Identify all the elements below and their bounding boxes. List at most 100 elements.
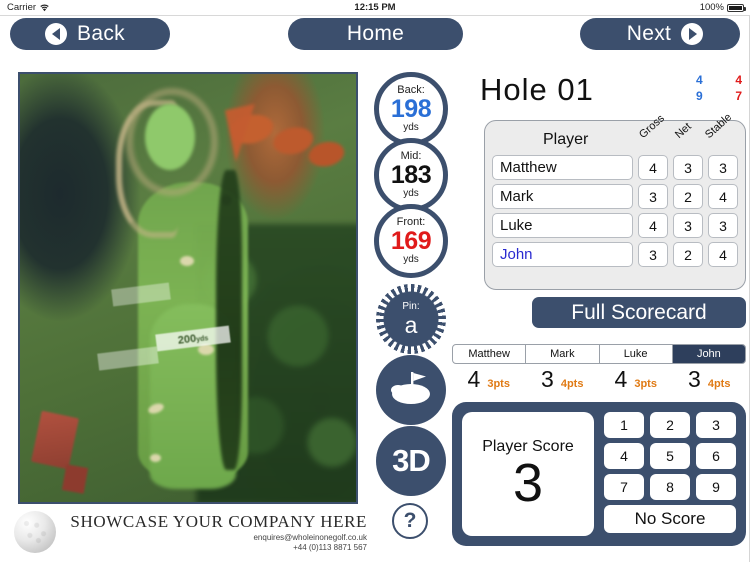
player-summary-matthew: 4 3pts [452, 366, 526, 396]
hole-blue-stroke-index: 9 [696, 89, 703, 103]
hole-red-par: 4 [735, 73, 742, 87]
summary-gross: 3 [688, 366, 701, 392]
full-scorecard-button[interactable]: Full Scorecard [532, 297, 746, 328]
map-treeline [216, 170, 242, 470]
scorecard-player-name: Mark [492, 184, 633, 209]
summary-gross: 4 [614, 366, 628, 392]
tab-player-luke[interactable]: Luke [600, 345, 673, 363]
summary-points: 4pts [560, 378, 584, 390]
advertisement-banner[interactable]: SHOWCASE YOUR COMPANY HERE enquires@whol… [10, 506, 375, 558]
back-button[interactable]: Back [10, 18, 170, 50]
advert-phone: +44 (0)113 8871 567 [293, 543, 367, 552]
distance-marker-label: 200yds [177, 332, 209, 347]
navigation-bar: Back Home Next [0, 16, 750, 52]
advert-title: SHOWCASE YOUR COMPANY HERE [70, 512, 367, 531]
key-8[interactable]: 8 [650, 474, 690, 500]
player-tab-bar: Matthew Mark Luke John [452, 344, 746, 364]
numeric-keypad: 1 2 3 4 5 6 7 8 9 No Score [604, 412, 736, 533]
map-building-red-2 [61, 464, 89, 494]
green-view-button[interactable] [376, 355, 446, 425]
tab-label: Mark [550, 348, 575, 360]
scorecard-column-gross: Gross [636, 112, 667, 141]
key-9[interactable]: 9 [696, 474, 736, 500]
scorecard-player-name-selected: John [492, 242, 633, 267]
pin-label: Pin: [402, 300, 420, 312]
tab-player-john[interactable]: John [672, 345, 745, 363]
keypad-row: 4 5 6 [604, 443, 736, 469]
tab-player-mark[interactable]: Mark [526, 345, 600, 363]
table-row[interactable]: Mark 3 2 4 [485, 184, 745, 209]
pin-value: a [404, 311, 418, 338]
golf-ball-logo-icon [14, 511, 56, 553]
scorecard-gross: 3 [638, 184, 668, 209]
green-flag-icon [387, 368, 435, 413]
home-button[interactable]: Home [288, 18, 463, 50]
player-score-display: Player Score 3 [462, 412, 594, 536]
three-d-view-button[interactable]: 3D [376, 426, 446, 496]
key-4[interactable]: 4 [604, 443, 644, 469]
summary-gross: 3 [541, 366, 554, 392]
player-summary-luke: 4 3pts [599, 366, 673, 396]
summary-gross: 4 [467, 366, 481, 392]
distance-back-unit: yds [403, 122, 419, 133]
distance-mid-value: 183 [390, 161, 432, 189]
key-7[interactable]: 7 [604, 474, 644, 500]
scorecard-net: 3 [673, 213, 703, 238]
pin-position-button[interactable]: Pin: a [376, 284, 446, 354]
battery-icon [727, 3, 746, 12]
table-row[interactable]: John 3 2 4 [485, 242, 745, 267]
scorecard-header: Player Gross Net Stable [485, 111, 745, 155]
table-row[interactable]: Matthew 4 3 3 [485, 155, 745, 180]
player-summary-mark: 3 4pts [526, 366, 600, 396]
scorecard-stable: 3 [708, 155, 738, 180]
status-bar-time: 12:15 PM [354, 2, 396, 13]
distance-front-value: 169 [390, 227, 432, 255]
player-score-summary: 4 3pts 3 4pts 4 3pts 3 4pts [452, 366, 746, 396]
hole-aerial-map[interactable]: 200yds [18, 72, 358, 504]
hole-par-index: 4 4 9 7 [696, 72, 742, 104]
key-5[interactable]: 5 [650, 443, 690, 469]
tab-label: Matthew [468, 348, 510, 360]
aerial-imagery: 200yds [20, 74, 356, 502]
help-button[interactable]: ? [392, 503, 428, 539]
scorecard-column-stable: Stable [702, 111, 735, 141]
key-3[interactable]: 3 [696, 412, 736, 438]
mini-scorecard: Player Gross Net Stable Matthew 4 3 3 Ma… [484, 111, 746, 290]
map-bunker [150, 454, 161, 462]
scorecard-player-name: Luke [492, 213, 633, 238]
distance-mid-circle[interactable]: Mid: 183 yds [374, 138, 448, 212]
no-score-button[interactable]: No Score [604, 505, 736, 533]
status-bar-right: 100% [700, 2, 746, 13]
next-button-label: Next [626, 22, 672, 45]
key-6[interactable]: 6 [696, 443, 736, 469]
hole-red-stroke-index: 7 [735, 89, 742, 103]
tab-player-matthew[interactable]: Matthew [453, 345, 527, 363]
distance-mid-unit: yds [403, 188, 419, 199]
scorecard-player-header: Player [543, 131, 589, 148]
score-entry-panel: Player Score 3 1 2 3 4 5 6 7 8 9 No Scor… [452, 402, 746, 546]
keypad-row: 7 8 9 [604, 474, 736, 500]
scorecard-stable: 3 [708, 213, 738, 238]
key-1[interactable]: 1 [604, 412, 644, 438]
table-row[interactable]: Luke 4 3 3 [485, 213, 745, 238]
scorecard-gross: 4 [638, 213, 668, 238]
distance-back-circle[interactable]: Back: 198 yds [374, 72, 448, 146]
summary-points: 3pts [634, 378, 657, 390]
map-bunker [180, 256, 194, 266]
distance-front-unit: yds [403, 254, 419, 265]
golf-gps-app: Carrier 12:15 PM 100% Back Home Next 200… [0, 0, 750, 562]
player-score-value: 3 [512, 453, 544, 514]
keypad-row: 1 2 3 [604, 412, 736, 438]
next-button[interactable]: Next [580, 18, 740, 50]
scorecard-player-name: Matthew [492, 155, 633, 180]
key-2[interactable]: 2 [650, 412, 690, 438]
scorecard-stable: 4 [708, 242, 738, 267]
full-scorecard-label: Full Scorecard [571, 300, 707, 324]
distance-front-circle[interactable]: Front: 169 yds [374, 204, 448, 278]
advert-text: SHOWCASE YOUR COMPANY HERE enquires@whol… [56, 512, 375, 552]
scorecard-gross: 3 [638, 242, 668, 267]
summary-points: 4pts [707, 378, 731, 390]
scorecard-net: 2 [673, 242, 703, 267]
map-putting-green [145, 104, 195, 170]
scorecard-stable: 4 [708, 184, 738, 209]
